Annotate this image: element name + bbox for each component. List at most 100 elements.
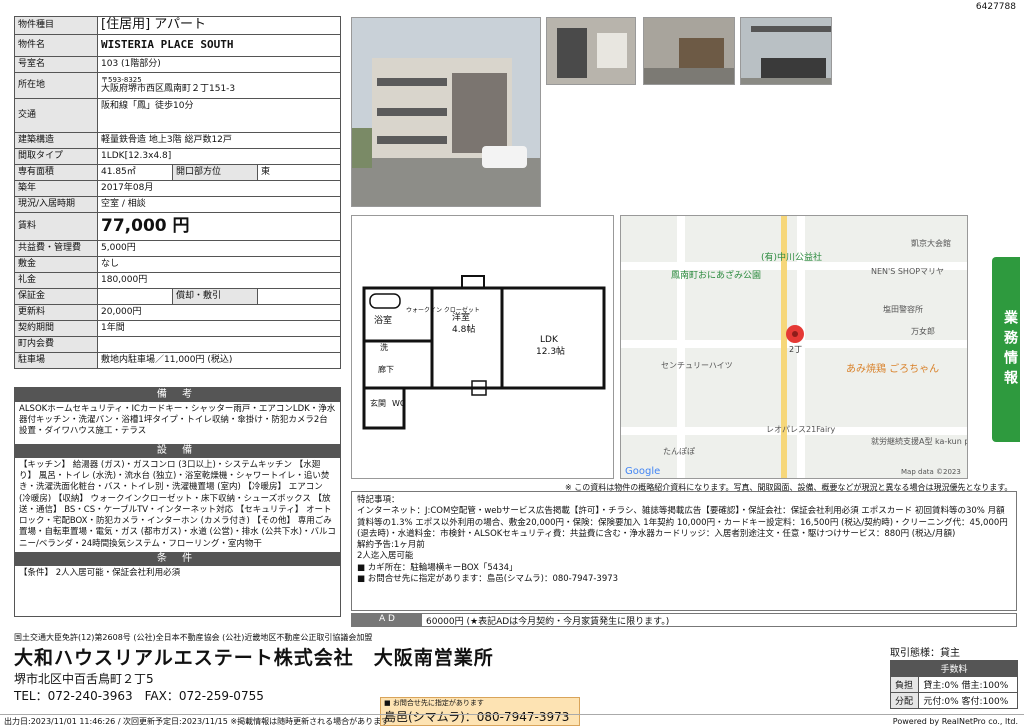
transaction-mode-label: 取引態様：: [890, 648, 940, 659]
garbage-area-photo: [643, 17, 735, 85]
company-block: 国土交通大臣免許(12)第2608号 (公社)全日本不動産協会 (公社)近畿地区…: [14, 632, 884, 704]
spec-label: 号室名: [14, 56, 98, 73]
remarks-line: ■ カギ所在：駐輪場横キーBOX「5434」: [357, 562, 518, 573]
building-photo-image: [352, 18, 540, 206]
remarks-line: インターネット：J:COM空配管・webサービス広告掲載【許可】・チラシ、雑誌等…: [357, 506, 1008, 539]
bicycle-parking-photo-image: [741, 18, 831, 84]
opening-value: 東: [257, 164, 341, 181]
map-attribution: Map data ©2023: [901, 468, 961, 476]
remarks-box: 特記事項： インターネット：J:COM空配管・webサービス広告掲載【許可】・チ…: [351, 491, 1017, 611]
spec-label: 駐車場: [14, 352, 98, 369]
spec-label: 建築構造: [14, 132, 98, 149]
remarks-line: 解約予告:1ヶ月前: [357, 540, 425, 551]
built-value: 2017年08月: [97, 180, 341, 197]
plan-ldk-size: 12.3帖: [536, 345, 565, 357]
plan-wc-label: WC: [392, 399, 406, 408]
rent-value: 77,000 円: [97, 212, 341, 241]
plan-washroom-label: 洗: [380, 342, 388, 352]
setsubi-text: 【キッチン】 給湯器 (ガス)・ガスコンロ (3口以上)・システムキッチン 【水…: [19, 460, 336, 549]
google-logo: Google: [625, 466, 660, 477]
floor-plan-drawing: 浴室 洋室 4.8帖 LDK 12.3帖 ウォークイン クローゼット 洗 廊下 …: [362, 275, 606, 430]
entrance-photo-image: [547, 18, 635, 84]
notes-panel: 備 考 ALSOKホームセキュリティ・ICカードキー・シャッター雨戸・エアコンL…: [14, 387, 341, 617]
document-id: 6427788: [975, 2, 1016, 12]
plan-ldk-label: LDK: [540, 335, 559, 345]
map-label: 2丁: [789, 345, 802, 354]
fees-block: 取引態様：貸主 手数料 負担 貸主:0% 借主:100% 分配 元付:0% 客付:1…: [889, 644, 1018, 709]
remarks-title: 特記事項：: [357, 495, 400, 505]
garbage-area-photo-image: [644, 18, 734, 84]
map-label: 塩田警容所: [883, 304, 923, 314]
spec-type-value: [住居用] アパート: [97, 16, 341, 35]
spec-label: 所在地: [14, 72, 98, 99]
fees-row-label: 負担: [889, 676, 920, 693]
company-name: 大和ハウスリアルエステート株式会社 大阪南営業所: [14, 647, 494, 669]
map-label: あみ焼鶏 ごろちゃん: [846, 362, 939, 375]
map-drawing: (有)中川公益社 鳳南町おにあざみ公園 凱京大会館 NEN'S SHOPマリヤ …: [621, 216, 967, 478]
plan-bath-label: 浴室: [374, 314, 392, 326]
spec-label: 築年: [14, 180, 98, 197]
plan-walkin-label: ウォークイン クローゼット: [406, 306, 480, 314]
map-label: (有)中川公益社: [761, 251, 822, 263]
spec-label: 契約期間: [14, 320, 98, 337]
bikou-text: ALSOKホームセキュリティ・ICカードキー・シャッター雨戸・エアコンLDK・浄…: [19, 404, 336, 437]
spec-label: 保証金: [14, 288, 98, 305]
plan-corridor-label: 廊下: [378, 364, 394, 374]
bikou-header: 備 考: [15, 388, 340, 402]
structure-value: 軽量鉄骨造 地上3階 総戸数12戸: [97, 132, 341, 149]
fees-row-label: 分配: [889, 692, 920, 709]
traffic-value: 阪和線「鳳」徒歩10分: [97, 98, 341, 133]
spec-label: 現況/入居時期: [14, 196, 98, 213]
floor-plan: 浴室 洋室 4.8帖 LDK 12.3帖 ウォークイン クローゼット 洗 廊下 …: [351, 215, 614, 479]
address-value: 大阪府堺市西区鳳南町２丁151-3: [101, 84, 236, 95]
building-photo: [351, 17, 541, 207]
transaction-mode-value: 貸主: [940, 648, 960, 659]
company-address: 堺市北区中百舌鳥町２丁5: [14, 672, 154, 686]
spec-label: 賃料: [14, 212, 98, 241]
ad-row: A D 60000円 (★表記ADは今月契約・今月家賃発生に限ります。): [351, 613, 1017, 627]
spec-label: 間取タイプ: [14, 148, 98, 165]
fees-table: 手数料 負担 貸主:0% 借主:100% 分配 元付:0% 客付:100%: [889, 660, 1018, 709]
map-label: レオパレス21Fairy: [766, 425, 835, 434]
fees-row-value: 貸主:0% 借主:100%: [918, 676, 1018, 693]
contact-note: ■ お問合せ先に指定があります: [384, 699, 484, 707]
business-info-tab[interactable]: 業務情報: [992, 257, 1020, 442]
fees-row-value: 元付:0% 客付:100%: [918, 692, 1018, 709]
property-spec-table: 物件種目 [住居用] アパート 物件名 WISTERIA PLACE SOUTH 号…: [14, 16, 341, 369]
spec-label: 専有面積: [14, 164, 98, 181]
entrance-photo: [546, 17, 636, 85]
spec-label: 礼金: [14, 272, 98, 289]
spec-label: 交通: [14, 98, 98, 133]
ad-value: 60000円 (★表記ADは今月契約・今月家賃発生に限ります。): [426, 617, 670, 627]
map-label: 鳳南町おにあざみ公園: [671, 269, 761, 281]
map-label: 万女郎: [911, 326, 935, 336]
footer-left: 出力日:2023/11/01 11:46:26 / 次回更新予定日:2023/1…: [4, 717, 390, 726]
property-name: WISTERIA PLACE SOUTH: [97, 34, 341, 57]
association-value: [97, 336, 341, 353]
map-label: 凱京大会館: [911, 238, 951, 248]
amort-value: [257, 288, 341, 305]
layout-value: 1LDK[12.3x4.8]: [97, 148, 341, 165]
spec-label: 町内会費: [14, 336, 98, 353]
map-label: センチュリーハイツ: [661, 361, 733, 370]
plan-western-size: 4.8帖: [452, 323, 475, 335]
guarantee-value: [97, 288, 173, 305]
location-map[interactable]: (有)中川公益社 鳳南町おにあざみ公園 凱京大会館 NEN'S SHOPマリヤ …: [620, 215, 968, 479]
footer-right: Powered by RealNetPro co., ltd.: [892, 717, 1018, 726]
spec-label: 開口部方位: [172, 164, 258, 181]
area-value: 41.85㎡: [97, 164, 173, 181]
renewal-value: 20,000円: [97, 304, 341, 321]
parking-value: 敷地内駐車場／11,000円 (税込): [97, 352, 341, 369]
spec-label: 物件種目: [14, 16, 98, 35]
spec-label: 共益費・管理費: [14, 240, 98, 257]
spec-label: 敷金: [14, 256, 98, 273]
room-value: 103 (1階部分): [97, 56, 341, 73]
ad-label: A D: [352, 614, 422, 626]
spec-label: 償却・敷引: [172, 288, 258, 305]
remarks-line: ■ お問合せ先に指定があります：島邑(シマムラ)：080-7947-3973: [357, 574, 619, 585]
status-value: 空室 / 相談: [97, 196, 341, 213]
spec-label: 更新料: [14, 304, 98, 321]
bicycle-parking-photo: [740, 17, 832, 85]
map-label: NEN'S SHOPマリヤ: [871, 267, 944, 276]
contract-value: 1年間: [97, 320, 341, 337]
